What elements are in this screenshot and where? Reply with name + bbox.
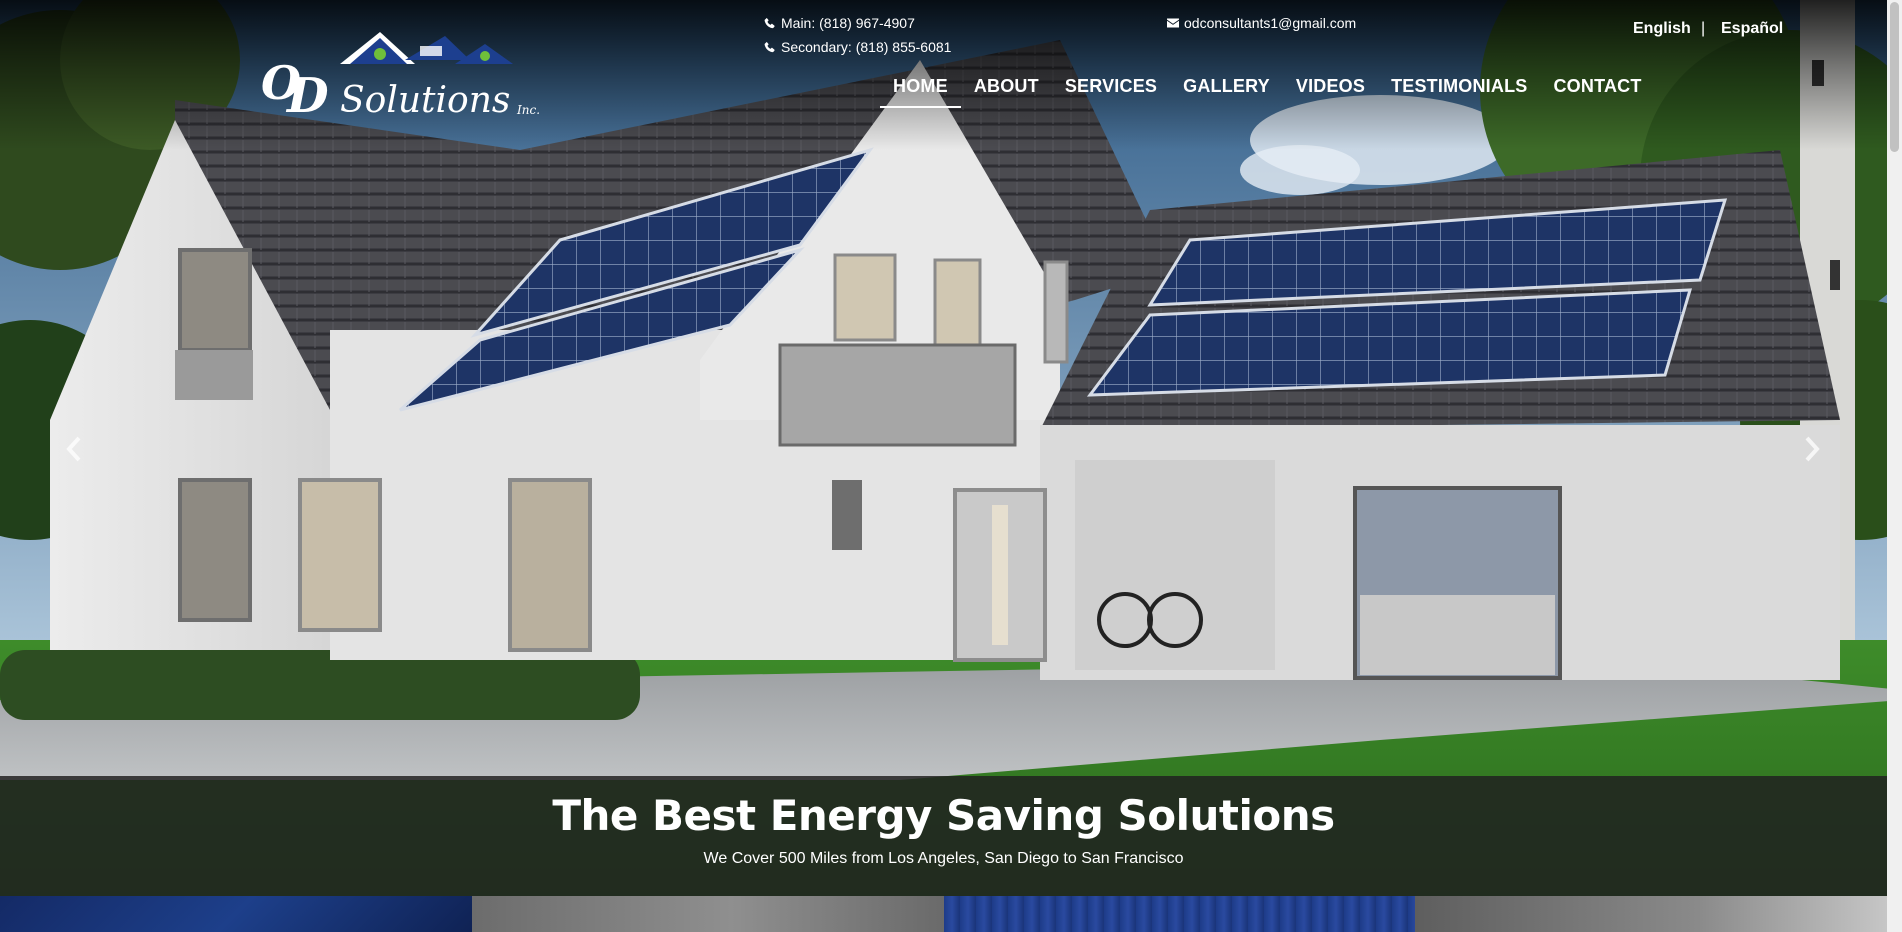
slider-next-button[interactable] [1800, 434, 1824, 464]
phone-secondary-text: Secondary: (818) 855-6081 [781, 39, 952, 55]
language-english[interactable]: English [1633, 20, 1691, 38]
language-separator: | [1701, 20, 1706, 37]
phone-icon [764, 41, 775, 53]
nav-contact[interactable]: CONTACT [1540, 76, 1654, 110]
feature-tile[interactable] [1415, 896, 1887, 932]
chevron-left-icon [66, 436, 81, 462]
email-text: odconsultants1@gmail.com [1184, 15, 1357, 31]
envelope-icon [1167, 18, 1179, 28]
slide-subtitle: We Cover 500 Miles from Los Angeles, San… [703, 850, 1184, 867]
svg-text:D: D [285, 68, 329, 124]
chevron-right-icon [1805, 436, 1820, 462]
slide-title: The Best Energy Saving Solutions [552, 791, 1335, 840]
phone-main-text: Main: (818) 967-4907 [781, 15, 915, 31]
nav-home[interactable]: HOME [880, 76, 961, 110]
main-nav: HOME ABOUT SERVICES GALLERY VIDEOS TESTI… [880, 76, 1655, 110]
company-logo[interactable]: O D Solutions Inc. [255, 24, 555, 124]
scrollbar-thumb[interactable] [1890, 2, 1899, 152]
svg-text:Inc.: Inc. [516, 103, 540, 117]
email-link[interactable]: odconsultants1@gmail.com [1167, 15, 1356, 31]
svg-text:Solutions: Solutions [340, 80, 510, 121]
nav-videos[interactable]: VIDEOS [1283, 76, 1378, 110]
feature-tile[interactable] [0, 896, 472, 932]
phone-icon [764, 17, 775, 29]
phone-main[interactable]: Main: (818) 967-4907 [764, 15, 915, 31]
phone-secondary[interactable]: Secondary: (818) 855-6081 [764, 39, 951, 55]
nav-gallery[interactable]: GALLERY [1170, 76, 1283, 110]
hero-slider: O D Solutions Inc. Main: (818) 967-4907 … [0, 0, 1902, 896]
feature-tiles [0, 896, 1887, 932]
nav-services[interactable]: SERVICES [1052, 76, 1170, 110]
page: O D Solutions Inc. Main: (818) 967-4907 … [0, 0, 1902, 932]
language-espanol[interactable]: Español [1721, 20, 1783, 38]
slider-prev-button[interactable] [62, 434, 86, 464]
feature-tile[interactable] [943, 896, 1416, 932]
nav-testimonials[interactable]: TESTIMONIALS [1378, 76, 1540, 110]
nav-about[interactable]: ABOUT [961, 76, 1052, 110]
feature-tile[interactable] [471, 896, 944, 932]
vertical-scrollbar[interactable] [1887, 0, 1902, 932]
slide-caption: The Best Energy Saving Solutions We Cove… [0, 776, 1887, 896]
